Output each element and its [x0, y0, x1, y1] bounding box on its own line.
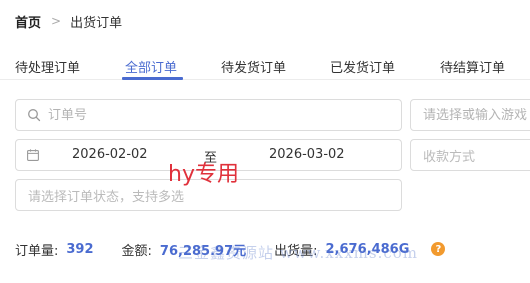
calendar-icon	[27, 149, 39, 161]
tab-to-settle[interactable]: 待结算订单	[440, 57, 505, 76]
game-select[interactable]	[410, 99, 530, 131]
tab-to-ship[interactable]: 待发货订单	[221, 57, 286, 76]
order-count-label: 订单量:	[15, 243, 59, 259]
tab-all-orders[interactable]: 全部订单	[125, 57, 177, 76]
payment-method-select[interactable]: 收款方式	[410, 139, 530, 171]
order-tabs: 待处理订单 全部订单 待发货订单 已发货订单 待结算订单	[0, 50, 530, 80]
order-status-placeholder: 请选择订单状态，支持多选	[28, 189, 185, 205]
payment-method-placeholder: 收款方式	[423, 149, 476, 165]
chevron-right-icon: >	[51, 14, 62, 28]
date-end-value[interactable]: 2026-03-02	[269, 147, 345, 162]
order-number-field[interactable]	[15, 99, 402, 131]
amount-label: 金额:	[121, 243, 152, 259]
site-watermark: 三金鑫资源站 www.xxxms.com	[178, 244, 418, 262]
date-start-value[interactable]: 2026-02-02	[72, 147, 148, 162]
tab-pending[interactable]: 待处理订单	[15, 57, 80, 76]
game-select-input[interactable]	[423, 107, 530, 123]
help-icon[interactable]: ?	[431, 242, 446, 256]
tab-shipped[interactable]: 已发货订单	[330, 57, 395, 76]
order-count-value: 392	[66, 241, 94, 257]
breadcrumb: 首页 > 出货订单	[15, 11, 122, 31]
breadcrumb-current: 出货订单	[70, 15, 123, 31]
overlay-watermark: hy专用	[168, 162, 239, 187]
order-number-input[interactable]	[48, 107, 401, 123]
search-icon	[28, 109, 41, 122]
breadcrumb-home[interactable]: 首页	[15, 12, 41, 31]
active-tab-indicator	[122, 77, 183, 80]
